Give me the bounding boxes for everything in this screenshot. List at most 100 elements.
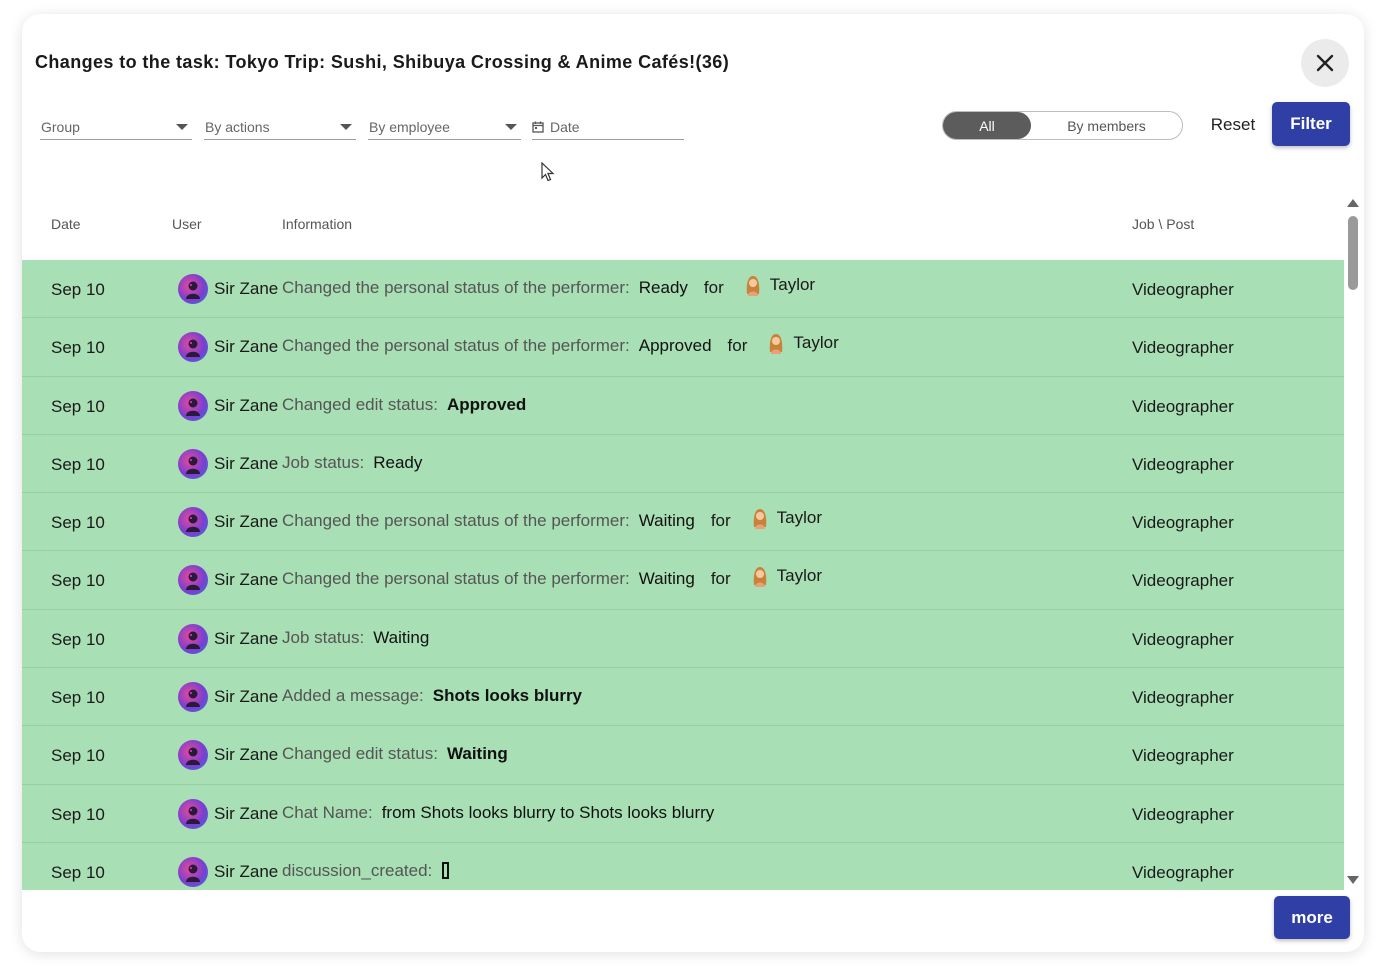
scrollbar-thumb[interactable]: [1348, 216, 1358, 290]
user-name: Sir Zane: [214, 628, 279, 648]
empty-bracket-icon: [442, 862, 450, 880]
performer-name: Taylor: [776, 508, 823, 528]
table-row: Sep 10 Sir Zane Changed edit status: Approv…: [22, 376, 1344, 435]
scroll-down-arrow[interactable]: [1347, 876, 1359, 884]
close-button[interactable]: [1301, 39, 1349, 87]
info-for: for: [703, 278, 724, 297]
row-date: Sep 10: [51, 804, 105, 824]
row-information: Job status: Ready: [282, 453, 422, 473]
user-name: Sir Zane: [214, 687, 279, 707]
employee-select[interactable]: By employee: [368, 114, 521, 140]
row-information: Chat Name: from Shots looks blurry to Sho…: [282, 803, 714, 823]
info-value: Approved: [446, 394, 527, 414]
user-name: Sir Zane: [214, 745, 279, 765]
table-row: Sep 10 Sir Zane discussion_created: Videogr…: [22, 842, 1344, 890]
user-name: Sir Zane: [214, 861, 279, 881]
user-avatar-icon: [178, 565, 208, 596]
reset-button[interactable]: Reset: [1202, 112, 1264, 138]
row-user[interactable]: Sir Zane: [178, 682, 279, 713]
toggle-by-members[interactable]: By members: [1031, 118, 1182, 134]
row-job: Videographer: [1132, 338, 1234, 358]
user-name: Sir Zane: [214, 803, 279, 823]
row-date: Sep 10: [51, 688, 105, 708]
row-information: Changed the personal status of the perfo…: [282, 275, 815, 298]
row-job: Videographer: [1132, 571, 1234, 591]
row-job: Videographer: [1132, 513, 1234, 533]
row-information: Changed the personal status of the perfo…: [282, 508, 822, 531]
user-avatar-icon: [178, 798, 208, 829]
info-description: Changed the personal status of the perfo…: [282, 278, 630, 297]
employee-select-label: By employee: [369, 118, 450, 135]
row-date: Sep 10: [51, 746, 105, 766]
row-information: Job status: Waiting: [282, 628, 429, 648]
row-date: Sep 10: [51, 862, 105, 882]
change-history-dialog: Changes to the task: Tokyo Trip: Sushi, …: [22, 14, 1364, 952]
info-description: Changed the personal status of the perfo…: [282, 569, 630, 589]
info-value: Ready: [638, 278, 688, 297]
row-date: Sep 10: [51, 396, 105, 416]
user-avatar-icon: [178, 623, 208, 654]
user-avatar-icon: [178, 740, 208, 771]
more-button[interactable]: more: [1274, 896, 1350, 939]
user-avatar-icon: [178, 448, 208, 479]
header-job-post: Job \ Post: [1132, 216, 1195, 232]
row-user[interactable]: Sir Zane: [178, 856, 279, 887]
table-row: Sep 10 Sir Zane Added a message: Shots look…: [22, 668, 1344, 727]
info-description: Added a message:: [282, 686, 424, 706]
table-row: Sep 10 Sir Zane Job status: Waiting Videogra…: [22, 609, 1344, 669]
chevron-down-icon: [340, 123, 352, 130]
scroll-up-arrow[interactable]: [1347, 199, 1359, 207]
chevron-down-icon: [176, 123, 188, 130]
date-input-label: Date: [550, 118, 580, 135]
performer-target[interactable]: Taylor: [742, 274, 815, 296]
row-user[interactable]: Sir Zane: [178, 507, 279, 538]
row-user[interactable]: Sir Zane: [178, 274, 278, 304]
row-job: Videographer: [1132, 804, 1234, 824]
actions-select[interactable]: By actions: [204, 114, 356, 140]
info-description: Changed the personal status of the perfo…: [282, 511, 630, 531]
group-select[interactable]: Group: [40, 114, 192, 140]
user-avatar-icon: [178, 274, 208, 304]
table-row: Sep 10 Sir Zane Job status: Ready Videograph…: [22, 434, 1344, 494]
actions-select-label: By actions: [205, 118, 270, 135]
performer-target[interactable]: Taylor: [749, 507, 823, 530]
close-icon: [1316, 54, 1334, 72]
user-name: Sir Zane: [214, 279, 279, 298]
mouse-cursor-icon: [541, 162, 555, 182]
filter-button[interactable]: Filter: [1272, 102, 1350, 146]
row-job: Videographer: [1132, 280, 1234, 299]
row-job: Videographer: [1132, 454, 1234, 474]
info-value: from Shots looks blurry to Shots looks b…: [381, 802, 715, 822]
dialog-title: Changes to the task: Tokyo Trip: Sushi, …: [35, 52, 730, 72]
row-user[interactable]: Sir Zane: [178, 565, 279, 596]
row-user[interactable]: Sir Zane: [178, 448, 279, 479]
row-job: Videographer: [1132, 862, 1234, 882]
table-row: Sep 10 Sir Zane Changed edit status: Waitin…: [22, 726, 1344, 785]
performer-target[interactable]: Taylor: [765, 332, 839, 355]
toggle-all[interactable]: All: [943, 112, 1031, 139]
date-input[interactable]: Date: [532, 114, 684, 140]
info-description: Chat Name:: [282, 802, 373, 822]
table-row: Sep 10 Sir Zane Changed the personal statu…: [22, 318, 1344, 377]
table-header: Date User Information Job \ Post: [22, 210, 1344, 240]
performer-name: Taylor: [776, 566, 823, 586]
row-user[interactable]: Sir Zane: [178, 332, 278, 363]
row-information: Changed the personal status of the perfo…: [282, 333, 839, 356]
row-information: Changed edit status: Waiting: [282, 744, 508, 764]
row-user[interactable]: Sir Zane: [178, 623, 279, 654]
row-date: Sep 10: [51, 513, 105, 533]
performer-target[interactable]: Taylor: [749, 565, 823, 588]
calendar-icon: [532, 121, 544, 133]
user-name: Sir Zane: [214, 570, 279, 590]
header-date: Date: [51, 216, 81, 232]
row-user[interactable]: Sir Zane: [178, 740, 279, 771]
row-date: Sep 10: [51, 338, 105, 358]
row-date: Sep 10: [51, 454, 105, 474]
user-name: Sir Zane: [214, 512, 279, 532]
row-user[interactable]: Sir Zane: [178, 798, 279, 829]
row-user[interactable]: Sir Zane: [178, 390, 279, 421]
info-value: Waiting: [446, 744, 508, 764]
user-name: Sir Zane: [214, 395, 279, 415]
user-name: Sir Zane: [214, 453, 279, 473]
performer-avatar-icon: [765, 332, 787, 355]
